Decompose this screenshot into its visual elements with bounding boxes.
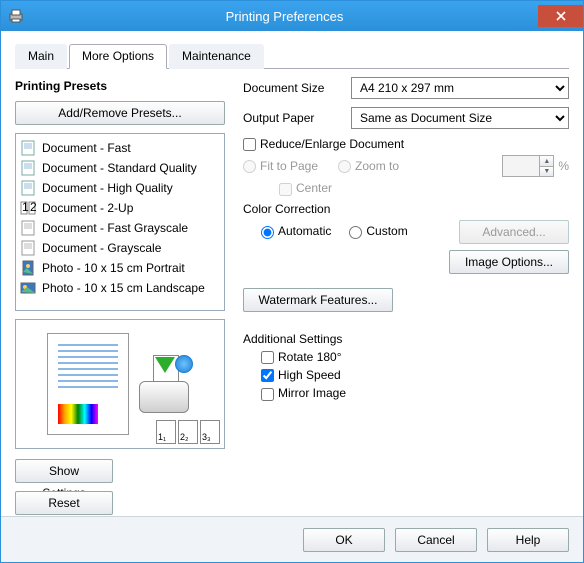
preset-item[interactable]: Document - Grayscale [18,238,222,258]
preset-label: Document - 2-Up [42,201,133,215]
sync-badge-icon [175,355,193,373]
help-button[interactable]: Help [487,528,569,552]
zoom-percent-stepper: ▲▼ [502,155,554,177]
photo-landscape-icon [20,280,36,296]
svg-text:1: 1 [22,201,29,214]
reduce-enlarge-label: Reduce/Enlarge Document [260,137,404,151]
close-button[interactable] [538,5,583,27]
automatic-label: Automatic [278,224,331,238]
advanced-button: Advanced... [459,220,569,244]
printer-illustration-icon [135,355,193,413]
reduce-enlarge-checkbox[interactable]: Reduce/Enlarge Document [243,137,404,151]
preset-label: Photo - 10 x 15 cm Portrait [42,261,185,275]
presets-header: Printing Presets [15,79,225,93]
preset-label: Document - Standard Quality [42,161,197,175]
fit-to-page-radio: Fit to Page [243,159,318,173]
content-area: Main More Options Maintenance Printing P… [1,31,583,525]
preset-item[interactable]: Photo - 10 x 15 cm Landscape [18,278,222,298]
show-settings-button[interactable]: Show Settings [15,459,113,483]
chevron-up-icon: ▲ [539,156,553,167]
mini-page: 3₃ [200,420,220,444]
titlebar: Printing Preferences [1,1,583,31]
window-title: Printing Preferences [31,9,538,24]
watermark-features-button[interactable]: Watermark Features... [243,288,393,312]
document-gray-icon [20,220,36,236]
preset-list: Document - Fast Document - Standard Qual… [15,133,225,311]
document-size-select[interactable]: A4 210 x 297 mm [351,77,569,99]
body: Printing Presets Add/Remove Presets... D… [15,77,569,515]
preset-item[interactable]: Photo - 10 x 15 cm Portrait [18,258,222,278]
fit-to-page-label: Fit to Page [260,159,318,173]
high-speed-label: High Speed [278,368,341,382]
reset-defaults-button[interactable]: Reset Defaults [15,491,113,515]
right-column: Document Size A4 210 x 297 mm Output Pap… [243,77,569,515]
dialog-button-bar: OK Cancel Help [1,516,583,562]
center-label: Center [296,181,332,195]
preset-item[interactable]: Document - Fast Grayscale [18,218,222,238]
preset-item[interactable]: 12 Document - 2-Up [18,198,222,218]
document-icon [20,160,36,176]
additional-settings-header: Additional Settings [243,332,569,346]
document-icon [20,180,36,196]
photo-portrait-icon [20,260,36,276]
color-correction-header: Color Correction [243,202,569,216]
document-icon [20,140,36,156]
center-checkbox: Center [279,181,332,195]
preset-label: Photo - 10 x 15 cm Landscape [42,281,205,295]
preset-item[interactable]: Document - High Quality [18,178,222,198]
document-size-label: Document Size [243,81,343,95]
high-speed-checkbox[interactable]: High Speed [261,368,341,382]
tab-maintenance[interactable]: Maintenance [169,44,264,69]
two-up-icon: 12 [20,200,36,216]
mini-pages-icon: 1₁ 2₂ 3₃ [156,420,220,444]
rotate-180-checkbox[interactable]: Rotate 180° [261,350,342,364]
left-column: Printing Presets Add/Remove Presets... D… [15,77,225,515]
percent-label: % [558,159,569,173]
preset-label: Document - Grayscale [42,241,161,255]
custom-label: Custom [366,224,407,238]
cancel-button[interactable]: Cancel [395,528,477,552]
tab-strip: Main More Options Maintenance [15,43,569,69]
mirror-image-label: Mirror Image [278,386,346,400]
window: Printing Preferences Main More Options M… [0,0,584,563]
mirror-image-checkbox[interactable]: Mirror Image [261,386,346,400]
automatic-radio[interactable]: Automatic [261,224,331,238]
image-options-button[interactable]: Image Options... [449,250,569,274]
preview-box: 1₁ 2₂ 3₃ [15,319,225,449]
custom-radio[interactable]: Custom [349,224,407,238]
output-paper-label: Output Paper [243,111,343,125]
output-paper-select[interactable]: Same as Document Size [351,107,569,129]
page-preview-icon [47,333,129,435]
rotate-180-label: Rotate 180° [278,350,342,364]
document-gray-icon [20,240,36,256]
preset-item[interactable]: Document - Fast [18,138,222,158]
tab-main[interactable]: Main [15,44,67,69]
svg-text:2: 2 [30,201,36,214]
tab-more-options[interactable]: More Options [69,44,167,69]
preset-label: Document - High Quality [42,181,173,195]
mini-page: 2₂ [178,420,198,444]
preset-label: Document - Fast [42,141,131,155]
close-icon [556,11,566,21]
preset-item[interactable]: Document - Standard Quality [18,158,222,178]
add-remove-presets-button[interactable]: Add/Remove Presets... [15,101,225,125]
chevron-down-icon: ▼ [539,167,553,177]
printer-app-icon [1,8,31,24]
zoom-to-label: Zoom to [355,159,399,173]
green-arrow-icon [155,357,175,373]
mini-page: 1₁ [156,420,176,444]
zoom-to-radio: Zoom to [338,159,399,173]
preset-label: Document - Fast Grayscale [42,221,188,235]
ok-button[interactable]: OK [303,528,385,552]
